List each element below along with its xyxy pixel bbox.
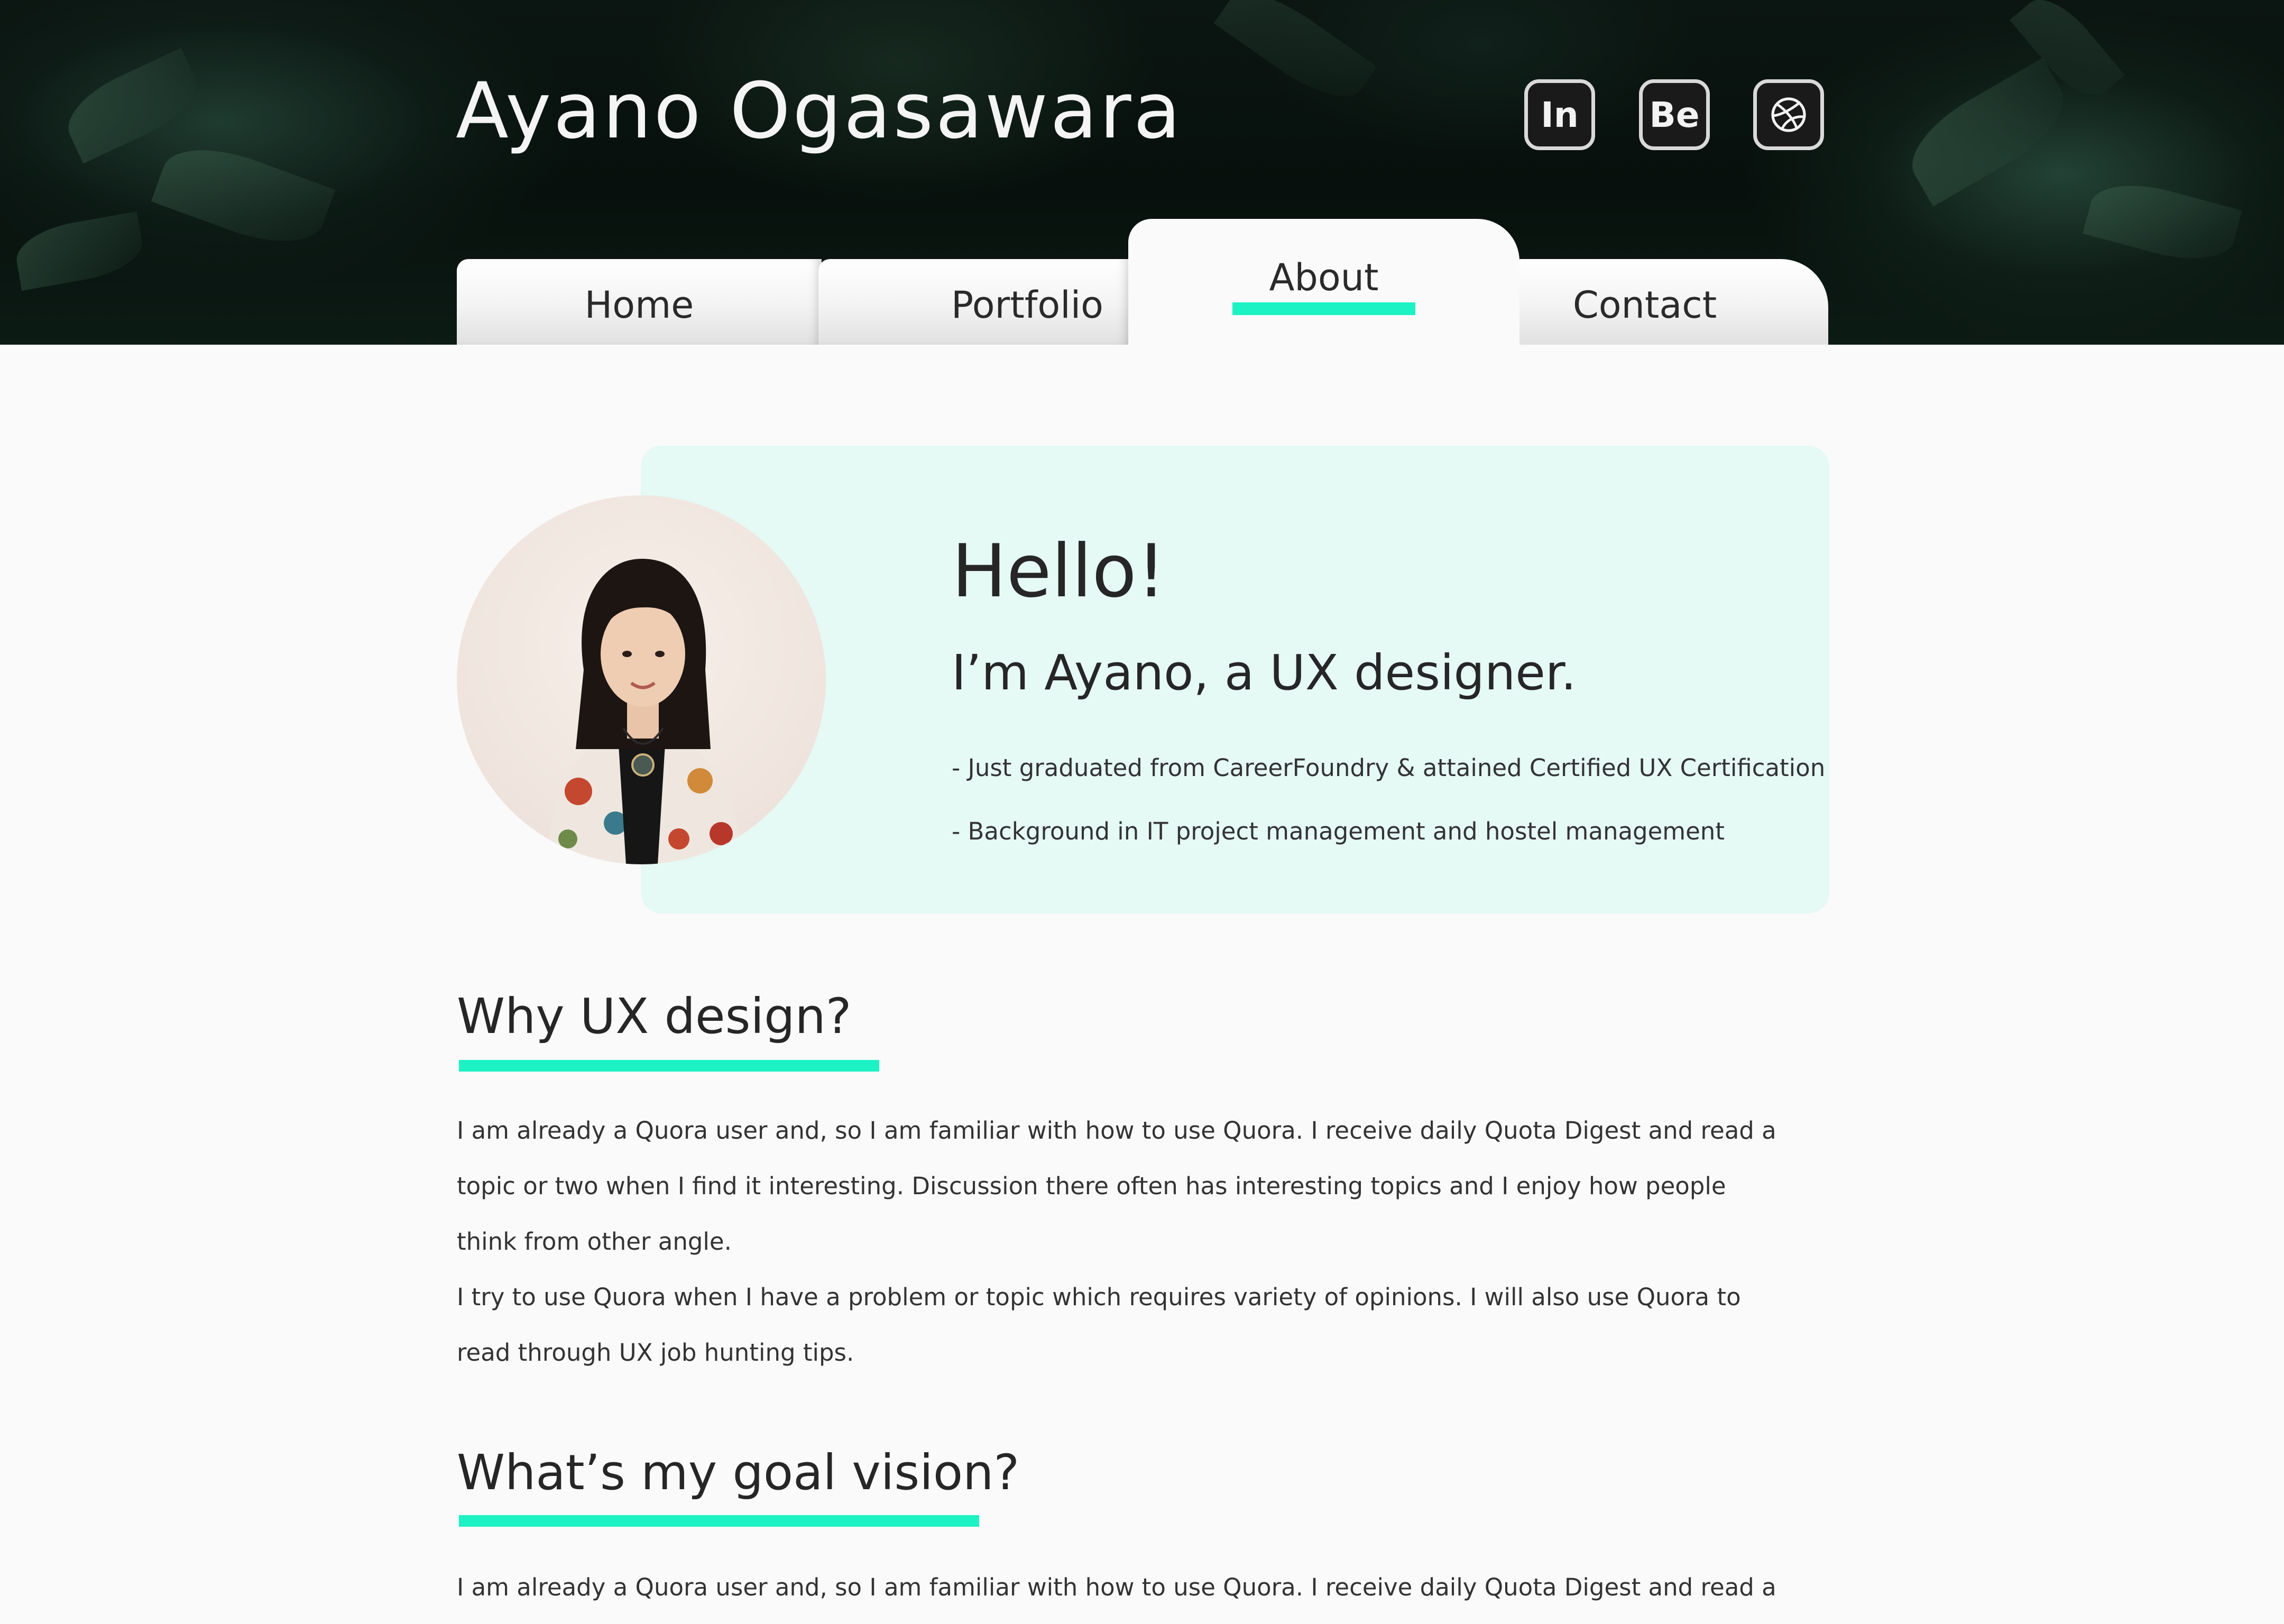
tab-portfolio[interactable]: Portfolio: [818, 259, 1130, 345]
avatar: [457, 495, 826, 864]
dribbble-icon: [1771, 97, 1806, 132]
invision-button[interactable]: In: [1524, 79, 1595, 150]
section-heading-why-ux: Why UX design?: [457, 988, 852, 1045]
dribbble-button[interactable]: [1753, 79, 1824, 150]
tab-contact[interactable]: Contact: [1519, 259, 1828, 345]
intro-bullet: - Just graduated from CareerFoundry & at…: [952, 754, 1826, 782]
paragraph-line: read through UX job hunting tips.: [457, 1339, 854, 1367]
behance-button[interactable]: Be: [1639, 79, 1710, 150]
heading-underline: [459, 1060, 879, 1072]
site-title: Ayano Ogasawara: [456, 66, 1183, 156]
intro-headline: I’m Ayano, a UX designer.: [952, 644, 1577, 701]
invision-icon: In: [1541, 94, 1579, 135]
tab-contact-label: Contact: [1572, 283, 1717, 327]
behance-icon: Be: [1649, 94, 1700, 135]
intro-bullet: - Background in IT project management an…: [952, 817, 1725, 845]
hero-header: Ayano Ogasawara In Be Home Portfolio Con…: [0, 0, 2284, 345]
foliage-decoration: [1213, 0, 1377, 115]
paragraph-line: think from other angle.: [457, 1228, 732, 1256]
foliage-decoration: [151, 132, 336, 260]
heading-underline: [459, 1515, 979, 1527]
tab-about-label: About: [1269, 256, 1379, 299]
paragraph-line: I am already a Quora user and, so I am f…: [457, 1116, 1776, 1145]
tab-home[interactable]: Home: [457, 259, 822, 345]
tab-portfolio-label: Portfolio: [951, 283, 1103, 327]
foliage-decoration: [56, 48, 208, 164]
foliage-decoration: [12, 211, 147, 291]
section-heading-goal-vision: What’s my goal vision?: [457, 1444, 1020, 1501]
paragraph-line: topic or two when I find it interesting.…: [457, 1172, 1726, 1200]
foliage-decoration: [1896, 58, 2080, 207]
profile-photo: [547, 559, 742, 864]
tab-about[interactable]: About: [1128, 219, 1519, 345]
intro-greeting: Hello!: [952, 529, 1166, 614]
active-tab-indicator: [1232, 302, 1415, 315]
foliage-decoration: [2083, 172, 2242, 272]
tab-home-label: Home: [584, 283, 694, 327]
paragraph-line: I am already a Quora user and, so I am f…: [457, 1573, 1776, 1601]
paragraph-line: I try to use Quora when I have a problem…: [457, 1283, 1741, 1311]
